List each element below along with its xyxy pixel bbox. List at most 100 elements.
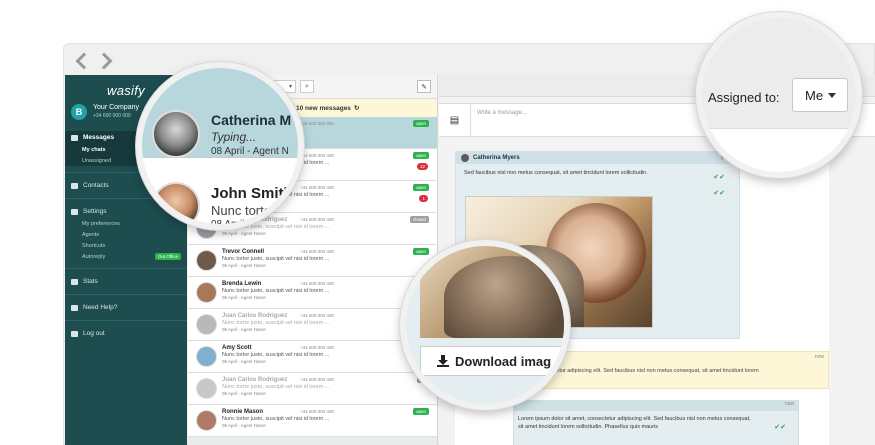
- avatar: [196, 250, 217, 271]
- assigned-label: Assigned to:: [708, 90, 780, 105]
- message-text: ctetur adipiscing elit. Sed faucibus nis…: [552, 368, 759, 374]
- chat-phone: +34 600 000 000: [300, 281, 334, 286]
- status-badge: closed: [409, 216, 429, 223]
- avatar: [196, 378, 217, 399]
- sidebar-sub-agents[interactable]: Agents: [65, 229, 187, 240]
- sidebar-item-label: Messages: [83, 134, 115, 141]
- avatar: [196, 346, 217, 367]
- chat-preview: Nunc tortor justo, suscipit vel nisi id …: [222, 256, 330, 262]
- sidebar-item-label: Contacts: [83, 182, 109, 189]
- chat-row[interactable]: Brenda Lewin +34 600 000 000 Nunc tortor j…: [188, 277, 437, 309]
- chat-phone: +34 600 000 000: [300, 249, 334, 254]
- unread-count-badge: 12: [416, 163, 428, 170]
- chat-row[interactable]: Juan Carlos Rodriguez+34 600 000 000Nunc…: [188, 373, 437, 405]
- chat-row[interactable]: Amy Scott +34 600 000 000 Nunc tortor just…: [188, 341, 437, 373]
- status-badge: open: [412, 152, 429, 159]
- chat-preview: Nunc tortor justo, suscipit vel nisi id …: [222, 352, 330, 358]
- sidebar-sub-shortcuts[interactable]: Shortcuts: [65, 240, 187, 251]
- chat-phone: +34 600 000 000: [300, 217, 334, 222]
- unread-count-badge: 1: [419, 195, 428, 202]
- search-icon[interactable]: ⌕: [300, 80, 314, 93]
- company-avatar: B: [71, 104, 87, 120]
- logout-icon: [71, 330, 78, 337]
- sidebar-sub-autoreply[interactable]: Autoreply Out Office: [65, 251, 187, 262]
- magnified-photo: [420, 246, 564, 338]
- user-icon: [71, 182, 78, 189]
- compose-icon[interactable]: ✎: [417, 80, 431, 93]
- contact-name: Catherina M: [211, 112, 292, 128]
- divider: [65, 294, 187, 295]
- avatar: [461, 154, 469, 162]
- avatar: [152, 110, 200, 158]
- divider: [65, 268, 187, 269]
- typing-indicator: Typing...: [211, 130, 257, 144]
- photo-cat: [444, 256, 564, 338]
- assigned-value: Me: [805, 87, 824, 103]
- chevron-left-icon[interactable]: [74, 53, 88, 67]
- chevron-right-icon[interactable]: [98, 53, 112, 67]
- sidebar-sub-label: Shortcuts: [82, 242, 106, 249]
- sender-name: Catherina Myers: [473, 155, 520, 161]
- sidebar-sub-label: Autoreply: [82, 253, 106, 260]
- chat-phone: +34 600 000 000: [300, 153, 334, 158]
- message-input[interactable]: Write a message...: [471, 104, 533, 136]
- autoreply-badge: Out Office: [154, 253, 181, 260]
- download-image-button[interactable]: Download imag: [420, 346, 564, 376]
- contact-name: John Smith: [211, 185, 293, 202]
- app-stage: wasify B Your Company +34 600 000 000 Me…: [0, 0, 875, 445]
- sidebar-item-label: Settings: [83, 208, 107, 215]
- sidebar-item-logout[interactable]: Log out: [65, 327, 187, 340]
- chat-row[interactable]: Ronnie Mason +34 600 000 000 Nunc tortor j…: [188, 405, 437, 437]
- message-header: Catherina Myers yeste: [456, 152, 739, 164]
- avatar: [196, 410, 217, 431]
- sidebar-sub-label: My preferences: [82, 220, 120, 227]
- download-icon: [437, 355, 449, 367]
- chat-preview: Nunc tortor justo, suscipit vel nisi id …: [222, 224, 330, 230]
- chat-date: 08 April - Agent Name: [222, 295, 266, 300]
- incoming-message: now Lorem ipsum dolor sit amet, consecte…: [513, 400, 799, 445]
- chat-date: 08 April - Agent Name: [222, 423, 266, 428]
- sidebar-item-stats[interactable]: Stats: [65, 275, 187, 288]
- chat-date: 08 April - Agent Name: [222, 359, 266, 364]
- chat-date: 08 April - Agent Name: [222, 263, 266, 268]
- sidebar-item-label: Log out: [83, 330, 105, 337]
- message-type-icon[interactable]: ▤: [439, 104, 471, 136]
- new-messages-text: 10 new messages: [296, 104, 351, 112]
- sidebar-sub-label: Unassigned: [82, 157, 112, 164]
- company-name: Your Company: [93, 104, 140, 111]
- chat-preview: Nunc tortor justo, suscipit vel nisi id …: [222, 384, 330, 390]
- refresh-icon: ↻: [353, 105, 360, 112]
- status-badge: open: [412, 184, 429, 191]
- chat-row[interactable]: Trevor Connell +34 600 000 000 Nunc tortor…: [188, 245, 437, 277]
- sidebar-item-help[interactable]: Need Help?: [65, 301, 187, 314]
- chat-date: 08 April - Agent N: [211, 146, 289, 157]
- status-badge: open: [412, 408, 429, 415]
- chart-icon: [71, 278, 78, 285]
- chat-preview: Nunc tortor justo, suscipit vel nisi id …: [222, 288, 330, 294]
- magnified-composer: [702, 128, 856, 172]
- double-check-icon: ✔✔: [774, 424, 786, 431]
- chat-date: 08 April - Agent Name: [222, 231, 266, 236]
- outgoing-message: now ctetur adipiscing elit. Sed faucibus…: [535, 351, 829, 389]
- company-phone: +34 600 000 000: [93, 113, 131, 119]
- sidebar-sub-label: My chats: [82, 146, 106, 153]
- chat-phone: +34 600 000 000: [300, 121, 334, 126]
- chat-icon: [71, 134, 78, 141]
- double-check-icon: ✔✔: [713, 190, 725, 197]
- divider: [65, 320, 187, 321]
- chat-phone: +34 600 000 000: [300, 409, 334, 414]
- assigned-select[interactable]: Me: [792, 78, 848, 112]
- chat-phone: +34 600 000 000: [300, 377, 334, 382]
- sidebar-item-label: Need Help?: [83, 304, 118, 311]
- magnifier-assigned: Assigned to: Me: [696, 12, 862, 178]
- gear-icon: [71, 208, 78, 215]
- chat-preview: Nunc tortor justo, suscipit vel nisi id …: [222, 416, 330, 422]
- status-badge: open: [412, 120, 429, 127]
- help-icon: [71, 304, 78, 311]
- message-text: Sed faucibus nisl non metus consequat, s…: [464, 170, 648, 176]
- avatar: [152, 182, 200, 224]
- caret-down-icon: [828, 92, 837, 98]
- chat-phone: +34 600 000 000: [300, 185, 334, 190]
- magnifier-download: Download imag: [400, 240, 570, 410]
- chat-phone: +34 600 000 000: [300, 313, 334, 318]
